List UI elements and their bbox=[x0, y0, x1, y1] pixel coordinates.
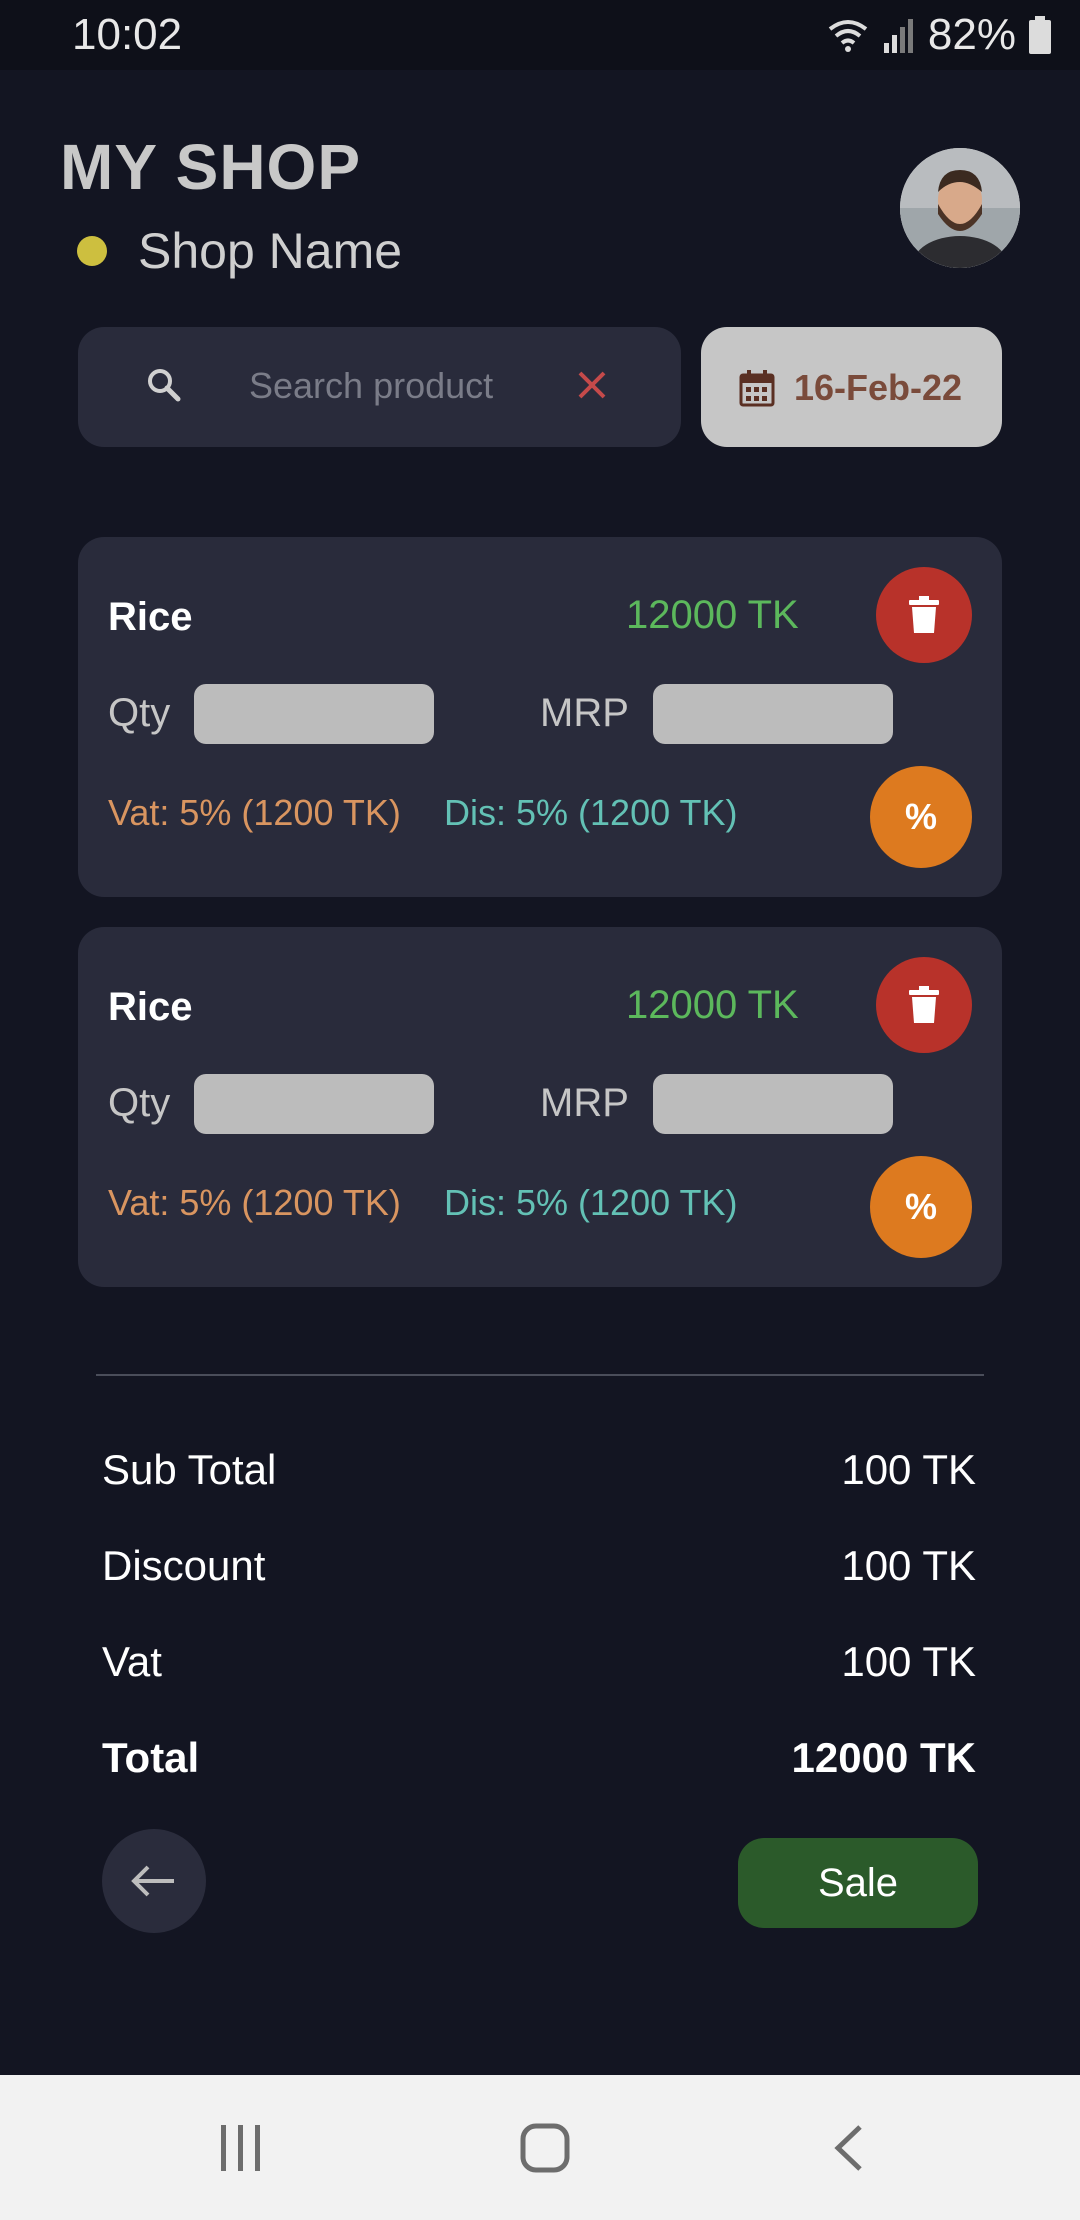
qty-input[interactable] bbox=[194, 1074, 434, 1134]
percent-button[interactable]: % bbox=[870, 766, 972, 868]
trash-icon bbox=[909, 986, 939, 1023]
battery-icon bbox=[1029, 16, 1051, 54]
discount-label: Discount bbox=[102, 1542, 266, 1589]
summary-divider bbox=[96, 1374, 984, 1376]
recent-apps-icon[interactable] bbox=[218, 2123, 264, 2173]
nav-back-icon[interactable] bbox=[832, 2123, 866, 2173]
calendar-icon bbox=[739, 370, 775, 407]
status-icons: 82% bbox=[826, 10, 1052, 59]
battery-percent: 82% bbox=[927, 10, 1016, 59]
shop-name: Shop Name bbox=[138, 223, 403, 279]
avatar[interactable] bbox=[900, 148, 1020, 268]
search-bar[interactable]: Search product bbox=[78, 327, 681, 447]
discount-text: Dis: 5% (1200 TK) bbox=[444, 792, 738, 833]
item-price: 12000 TK bbox=[626, 983, 799, 1027]
sale-button[interactable]: Sale bbox=[738, 1838, 978, 1928]
date-picker-button[interactable]: 16-Feb-22 bbox=[701, 327, 1002, 447]
vat-label: Vat bbox=[102, 1638, 162, 1685]
search-input[interactable]: Search product bbox=[249, 365, 493, 407]
discount-value: 100 TK bbox=[841, 1542, 976, 1589]
qty-label: Qty bbox=[108, 1081, 171, 1125]
item-name: Rice bbox=[108, 595, 193, 639]
page-title: MY SHOP bbox=[60, 131, 361, 203]
sub-total-label: Sub Total bbox=[102, 1446, 277, 1493]
delete-item-button[interactable] bbox=[876, 957, 972, 1053]
trash-icon bbox=[909, 596, 939, 633]
mrp-input[interactable] bbox=[653, 1074, 893, 1134]
mrp-input[interactable] bbox=[653, 684, 893, 744]
clear-icon[interactable] bbox=[574, 367, 610, 403]
vat-value: 100 TK bbox=[841, 1638, 976, 1685]
status-bar: 10:02 82% bbox=[0, 0, 1080, 70]
delete-item-button[interactable] bbox=[876, 567, 972, 663]
back-button[interactable] bbox=[102, 1829, 206, 1933]
vat-text: Vat: 5% (1200 TK) bbox=[108, 1182, 401, 1223]
sub-total-value: 100 TK bbox=[841, 1446, 976, 1493]
item-name: Rice bbox=[108, 985, 193, 1029]
home-icon[interactable] bbox=[520, 2123, 570, 2173]
mrp-label: MRP bbox=[540, 691, 629, 735]
signal-icon bbox=[883, 19, 913, 53]
discount-text: Dis: 5% (1200 TK) bbox=[444, 1182, 738, 1223]
total-value: 12000 TK bbox=[791, 1734, 976, 1781]
qty-label: Qty bbox=[108, 691, 171, 735]
back-arrow-icon bbox=[131, 1865, 174, 1897]
item-price: 12000 TK bbox=[626, 593, 799, 637]
search-icon bbox=[148, 369, 181, 402]
qty-input[interactable] bbox=[194, 684, 434, 744]
system-nav-bar bbox=[0, 2075, 1080, 2220]
cart-item-card: Rice 12000 TK Qty MRP Vat: 5% (1200 TK) … bbox=[78, 537, 1002, 897]
shop-status-dot bbox=[77, 236, 107, 266]
total-label: Total bbox=[102, 1734, 200, 1781]
status-time: 10:02 bbox=[72, 10, 183, 59]
date-value: 16-Feb-22 bbox=[794, 367, 963, 408]
wifi-icon bbox=[828, 20, 868, 52]
cart-item-card: Rice 12000 TK Qty MRP Vat: 5% (1200 TK) … bbox=[78, 927, 1002, 1287]
percent-button[interactable]: % bbox=[870, 1156, 972, 1258]
vat-text: Vat: 5% (1200 TK) bbox=[108, 792, 401, 833]
mrp-label: MRP bbox=[540, 1081, 629, 1125]
